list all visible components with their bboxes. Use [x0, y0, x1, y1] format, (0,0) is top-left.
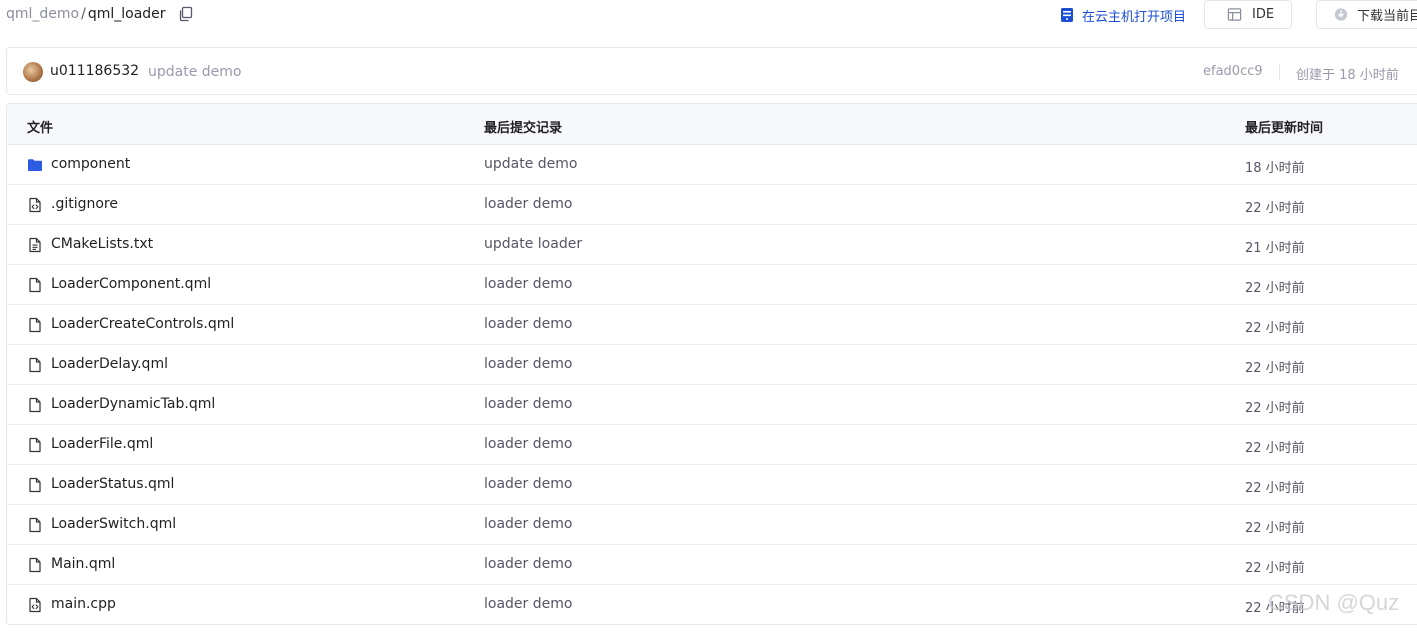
table-row[interactable]: LoaderSwitch.qml loader demo 22 小时前	[7, 505, 1417, 545]
table-row[interactable]: LoaderCreateControls.qml loader demo 22 小时…	[7, 305, 1417, 345]
last-commit-message-link[interactable]: loader demo	[484, 356, 572, 372]
divider	[1279, 64, 1280, 80]
ide-button[interactable]: IDE	[1204, 0, 1292, 29]
last-updated-time: 18 小时前	[1245, 161, 1305, 176]
file-name-link[interactable]: component	[51, 156, 130, 172]
file-icon	[29, 557, 41, 573]
last-commit-message-link[interactable]: loader demo	[484, 596, 572, 612]
last-updated-time: 22 小时前	[1245, 521, 1305, 536]
code-file-icon	[29, 197, 41, 213]
file-name-link[interactable]: Main.qml	[51, 556, 115, 572]
breadcrumb: qml_demo / qml_loader	[6, 5, 166, 23]
last-commit-message-link[interactable]: loader demo	[484, 476, 572, 492]
table-row[interactable]: component update demo 18 小时前	[7, 145, 1417, 185]
last-updated-time: 22 小时前	[1245, 361, 1305, 376]
last-commit-message-link[interactable]: update loader	[484, 236, 582, 252]
table-row[interactable]: CMakeLists.txt update loader 21 小时前	[7, 225, 1417, 265]
open-in-cloud-host-button[interactable]: 在云主机打开项目	[1059, 5, 1186, 25]
commit-message[interactable]: update demo	[148, 64, 241, 80]
file-name-link[interactable]: .gitignore	[51, 196, 118, 212]
last-updated-time: 22 小时前	[1245, 201, 1305, 216]
file-icon	[29, 397, 41, 413]
folder-icon	[28, 159, 42, 171]
table-row[interactable]: .gitignore loader demo 22 小时前	[7, 185, 1417, 225]
cloud-host-icon	[1061, 8, 1073, 22]
breadcrumb-parent-link[interactable]: qml_demo	[6, 6, 79, 22]
commit-author[interactable]: u011186532	[50, 63, 139, 79]
file-icon	[29, 317, 41, 333]
file-name-link[interactable]: CMakeLists.txt	[51, 236, 153, 252]
copy-path-icon[interactable]	[178, 6, 194, 22]
last-updated-time: 22 小时前	[1245, 401, 1305, 416]
last-commit-message-link[interactable]: loader demo	[484, 316, 572, 332]
last-commit-message-link[interactable]: loader demo	[484, 516, 572, 532]
text-file-icon	[29, 237, 41, 253]
column-header-last-commit: 最后提交记录	[484, 121, 563, 136]
last-updated-time: 22 小时前	[1245, 321, 1305, 336]
last-commit-message-link[interactable]: loader demo	[484, 396, 572, 412]
last-commit-message-link[interactable]: update demo	[484, 156, 577, 172]
table-row[interactable]: main.cpp loader demo 22 小时前	[7, 585, 1417, 624]
file-name-link[interactable]: LoaderComponent.qml	[51, 276, 211, 292]
last-updated-time: 22 小时前	[1245, 481, 1305, 496]
file-icon	[29, 437, 41, 453]
table-header: 文件 最后提交记录 最后更新时间	[7, 104, 1417, 145]
commit-hash[interactable]: efad0cc9	[1203, 64, 1263, 79]
file-icon	[29, 477, 41, 493]
last-commit-message-link[interactable]: loader demo	[484, 436, 572, 452]
latest-commit-bar: u011186532 update demo efad0cc9 创建于 18 小…	[6, 47, 1417, 95]
file-icon	[29, 517, 41, 533]
last-commit-message-link[interactable]: loader demo	[484, 196, 572, 212]
ide-label: IDE	[1252, 7, 1275, 22]
code-file-icon	[29, 597, 41, 613]
open-in-cloud-host-label: 在云主机打开项目	[1082, 9, 1187, 25]
file-name-link[interactable]: LoaderCreateControls.qml	[51, 316, 234, 332]
file-name-link[interactable]: LoaderStatus.qml	[51, 476, 174, 492]
table-row[interactable]: LoaderDelay.qml loader demo 22 小时前	[7, 345, 1417, 385]
download-icon	[1334, 8, 1348, 21]
file-name-link[interactable]: LoaderFile.qml	[51, 436, 153, 452]
table-row[interactable]: LoaderFile.qml loader demo 22 小时前	[7, 425, 1417, 465]
table-row[interactable]: LoaderComponent.qml loader demo 22 小时前	[7, 265, 1417, 305]
download-directory-button[interactable]: 下载当前目录	[1316, 0, 1417, 29]
breadcrumb-current: qml_loader	[87, 6, 166, 22]
last-commit-message-link[interactable]: loader demo	[484, 276, 572, 292]
table-row[interactable]: LoaderDynamicTab.qml loader demo 22 小时前	[7, 385, 1417, 425]
download-directory-label: 下载当前目录	[1356, 9, 1417, 24]
last-updated-time: 22 小时前	[1245, 441, 1305, 456]
file-name-link[interactable]: LoaderSwitch.qml	[51, 516, 176, 532]
author-avatar[interactable]	[23, 62, 43, 82]
last-commit-message-link[interactable]: loader demo	[484, 556, 572, 572]
file-name-link[interactable]: main.cpp	[51, 596, 116, 612]
last-updated-time: 21 小时前	[1245, 241, 1305, 256]
last-updated-time: 22 小时前	[1245, 281, 1305, 296]
breadcrumb-separator: /	[81, 6, 86, 22]
column-header-file: 文件	[27, 121, 54, 136]
table-row[interactable]: Main.qml loader demo 22 小时前	[7, 545, 1417, 585]
repo-top-bar: qml_demo/qml_loader 在云主机打开项目 IDE 下载当前目录	[0, 0, 1417, 30]
file-name-link[interactable]: LoaderDynamicTab.qml	[51, 396, 215, 412]
ide-icon	[1227, 8, 1242, 21]
commit-time: 创建于 18 小时前	[1296, 68, 1399, 83]
last-updated-time: 22 小时前	[1245, 601, 1305, 616]
file-icon	[29, 277, 41, 293]
table-row[interactable]: LoaderStatus.qml loader demo 22 小时前	[7, 465, 1417, 505]
column-header-updated: 最后更新时间	[1245, 121, 1324, 136]
file-name-link[interactable]: LoaderDelay.qml	[51, 356, 168, 372]
last-updated-time: 22 小时前	[1245, 561, 1305, 576]
file-icon	[29, 357, 41, 373]
file-table: 文件 最后提交记录 最后更新时间 component update demo 18 …	[6, 103, 1417, 625]
